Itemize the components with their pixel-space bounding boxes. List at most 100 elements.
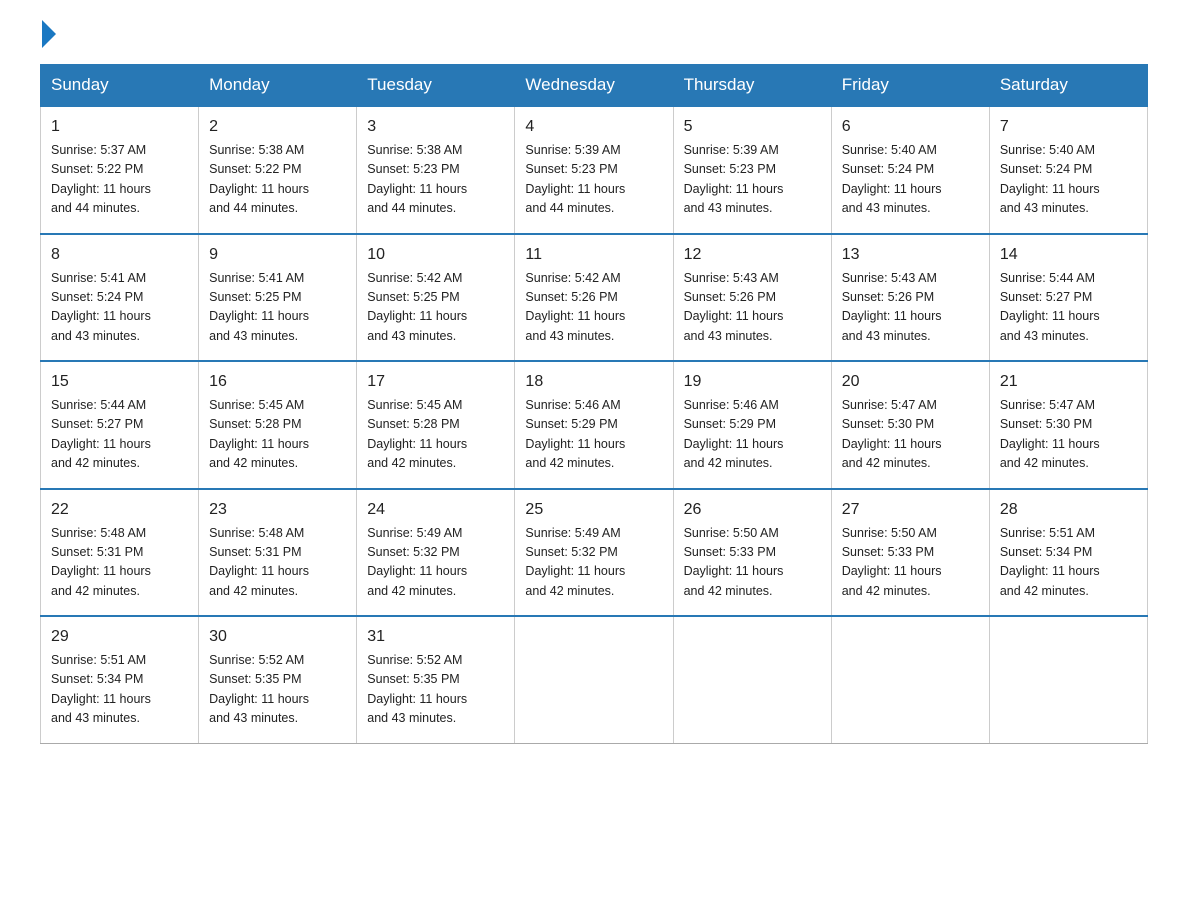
day-info: Sunrise: 5:46 AMSunset: 5:29 PMDaylight:… — [684, 396, 821, 474]
day-number: 31 — [367, 625, 504, 649]
day-info: Sunrise: 5:48 AMSunset: 5:31 PMDaylight:… — [209, 524, 346, 602]
calendar-cell — [515, 616, 673, 743]
day-number: 5 — [684, 115, 821, 139]
day-number: 9 — [209, 243, 346, 267]
calendar-cell: 11 Sunrise: 5:42 AMSunset: 5:26 PMDaylig… — [515, 234, 673, 362]
day-info: Sunrise: 5:50 AMSunset: 5:33 PMDaylight:… — [842, 524, 979, 602]
day-number: 2 — [209, 115, 346, 139]
day-info: Sunrise: 5:44 AMSunset: 5:27 PMDaylight:… — [1000, 269, 1137, 347]
calendar-cell: 17 Sunrise: 5:45 AMSunset: 5:28 PMDaylig… — [357, 361, 515, 489]
day-info: Sunrise: 5:46 AMSunset: 5:29 PMDaylight:… — [525, 396, 662, 474]
day-info: Sunrise: 5:47 AMSunset: 5:30 PMDaylight:… — [1000, 396, 1137, 474]
calendar-cell: 30 Sunrise: 5:52 AMSunset: 5:35 PMDaylig… — [199, 616, 357, 743]
day-info: Sunrise: 5:43 AMSunset: 5:26 PMDaylight:… — [842, 269, 979, 347]
col-header-saturday: Saturday — [989, 65, 1147, 107]
calendar-cell: 20 Sunrise: 5:47 AMSunset: 5:30 PMDaylig… — [831, 361, 989, 489]
day-number: 23 — [209, 498, 346, 522]
day-number: 12 — [684, 243, 821, 267]
calendar-week-row: 1 Sunrise: 5:37 AMSunset: 5:22 PMDayligh… — [41, 106, 1148, 234]
calendar-header-row: SundayMondayTuesdayWednesdayThursdayFrid… — [41, 65, 1148, 107]
day-info: Sunrise: 5:44 AMSunset: 5:27 PMDaylight:… — [51, 396, 188, 474]
calendar-cell: 27 Sunrise: 5:50 AMSunset: 5:33 PMDaylig… — [831, 489, 989, 617]
day-info: Sunrise: 5:41 AMSunset: 5:25 PMDaylight:… — [209, 269, 346, 347]
calendar-cell: 3 Sunrise: 5:38 AMSunset: 5:23 PMDayligh… — [357, 106, 515, 234]
col-header-tuesday: Tuesday — [357, 65, 515, 107]
day-number: 13 — [842, 243, 979, 267]
calendar-cell: 12 Sunrise: 5:43 AMSunset: 5:26 PMDaylig… — [673, 234, 831, 362]
calendar-cell — [673, 616, 831, 743]
calendar-cell: 13 Sunrise: 5:43 AMSunset: 5:26 PMDaylig… — [831, 234, 989, 362]
day-info: Sunrise: 5:41 AMSunset: 5:24 PMDaylight:… — [51, 269, 188, 347]
day-info: Sunrise: 5:38 AMSunset: 5:22 PMDaylight:… — [209, 141, 346, 219]
calendar-cell: 8 Sunrise: 5:41 AMSunset: 5:24 PMDayligh… — [41, 234, 199, 362]
day-info: Sunrise: 5:45 AMSunset: 5:28 PMDaylight:… — [209, 396, 346, 474]
day-info: Sunrise: 5:49 AMSunset: 5:32 PMDaylight:… — [367, 524, 504, 602]
day-info: Sunrise: 5:42 AMSunset: 5:26 PMDaylight:… — [525, 269, 662, 347]
calendar-week-row: 8 Sunrise: 5:41 AMSunset: 5:24 PMDayligh… — [41, 234, 1148, 362]
day-info: Sunrise: 5:52 AMSunset: 5:35 PMDaylight:… — [367, 651, 504, 729]
calendar-cell: 18 Sunrise: 5:46 AMSunset: 5:29 PMDaylig… — [515, 361, 673, 489]
calendar-week-row: 15 Sunrise: 5:44 AMSunset: 5:27 PMDaylig… — [41, 361, 1148, 489]
calendar-cell: 31 Sunrise: 5:52 AMSunset: 5:35 PMDaylig… — [357, 616, 515, 743]
calendar-cell: 4 Sunrise: 5:39 AMSunset: 5:23 PMDayligh… — [515, 106, 673, 234]
day-number: 19 — [684, 370, 821, 394]
day-info: Sunrise: 5:51 AMSunset: 5:34 PMDaylight:… — [51, 651, 188, 729]
day-number: 3 — [367, 115, 504, 139]
day-info: Sunrise: 5:51 AMSunset: 5:34 PMDaylight:… — [1000, 524, 1137, 602]
calendar-cell: 29 Sunrise: 5:51 AMSunset: 5:34 PMDaylig… — [41, 616, 199, 743]
day-number: 24 — [367, 498, 504, 522]
day-number: 25 — [525, 498, 662, 522]
day-info: Sunrise: 5:42 AMSunset: 5:25 PMDaylight:… — [367, 269, 504, 347]
day-info: Sunrise: 5:45 AMSunset: 5:28 PMDaylight:… — [367, 396, 504, 474]
calendar-cell: 24 Sunrise: 5:49 AMSunset: 5:32 PMDaylig… — [357, 489, 515, 617]
day-number: 29 — [51, 625, 188, 649]
day-number: 30 — [209, 625, 346, 649]
day-number: 17 — [367, 370, 504, 394]
page-header — [40, 30, 1148, 48]
col-header-wednesday: Wednesday — [515, 65, 673, 107]
calendar-cell: 23 Sunrise: 5:48 AMSunset: 5:31 PMDaylig… — [199, 489, 357, 617]
col-header-sunday: Sunday — [41, 65, 199, 107]
day-info: Sunrise: 5:48 AMSunset: 5:31 PMDaylight:… — [51, 524, 188, 602]
day-info: Sunrise: 5:37 AMSunset: 5:22 PMDaylight:… — [51, 141, 188, 219]
logo — [40, 30, 56, 48]
col-header-thursday: Thursday — [673, 65, 831, 107]
col-header-friday: Friday — [831, 65, 989, 107]
day-number: 16 — [209, 370, 346, 394]
calendar-cell: 7 Sunrise: 5:40 AMSunset: 5:24 PMDayligh… — [989, 106, 1147, 234]
col-header-monday: Monday — [199, 65, 357, 107]
day-number: 22 — [51, 498, 188, 522]
day-info: Sunrise: 5:40 AMSunset: 5:24 PMDaylight:… — [1000, 141, 1137, 219]
calendar-cell: 28 Sunrise: 5:51 AMSunset: 5:34 PMDaylig… — [989, 489, 1147, 617]
calendar-cell: 22 Sunrise: 5:48 AMSunset: 5:31 PMDaylig… — [41, 489, 199, 617]
day-number: 15 — [51, 370, 188, 394]
calendar-cell: 16 Sunrise: 5:45 AMSunset: 5:28 PMDaylig… — [199, 361, 357, 489]
calendar-cell: 14 Sunrise: 5:44 AMSunset: 5:27 PMDaylig… — [989, 234, 1147, 362]
calendar-cell: 9 Sunrise: 5:41 AMSunset: 5:25 PMDayligh… — [199, 234, 357, 362]
day-number: 26 — [684, 498, 821, 522]
calendar-week-row: 22 Sunrise: 5:48 AMSunset: 5:31 PMDaylig… — [41, 489, 1148, 617]
day-number: 18 — [525, 370, 662, 394]
calendar-cell — [989, 616, 1147, 743]
day-number: 20 — [842, 370, 979, 394]
day-info: Sunrise: 5:43 AMSunset: 5:26 PMDaylight:… — [684, 269, 821, 347]
calendar-cell: 19 Sunrise: 5:46 AMSunset: 5:29 PMDaylig… — [673, 361, 831, 489]
calendar-cell: 15 Sunrise: 5:44 AMSunset: 5:27 PMDaylig… — [41, 361, 199, 489]
calendar-week-row: 29 Sunrise: 5:51 AMSunset: 5:34 PMDaylig… — [41, 616, 1148, 743]
calendar-cell: 5 Sunrise: 5:39 AMSunset: 5:23 PMDayligh… — [673, 106, 831, 234]
calendar-table: SundayMondayTuesdayWednesdayThursdayFrid… — [40, 64, 1148, 744]
day-number: 28 — [1000, 498, 1137, 522]
day-number: 14 — [1000, 243, 1137, 267]
calendar-cell: 10 Sunrise: 5:42 AMSunset: 5:25 PMDaylig… — [357, 234, 515, 362]
day-number: 1 — [51, 115, 188, 139]
day-info: Sunrise: 5:38 AMSunset: 5:23 PMDaylight:… — [367, 141, 504, 219]
calendar-cell: 6 Sunrise: 5:40 AMSunset: 5:24 PMDayligh… — [831, 106, 989, 234]
calendar-cell: 2 Sunrise: 5:38 AMSunset: 5:22 PMDayligh… — [199, 106, 357, 234]
day-info: Sunrise: 5:39 AMSunset: 5:23 PMDaylight:… — [525, 141, 662, 219]
day-number: 6 — [842, 115, 979, 139]
day-info: Sunrise: 5:40 AMSunset: 5:24 PMDaylight:… — [842, 141, 979, 219]
calendar-cell: 1 Sunrise: 5:37 AMSunset: 5:22 PMDayligh… — [41, 106, 199, 234]
day-number: 21 — [1000, 370, 1137, 394]
day-number: 11 — [525, 243, 662, 267]
day-info: Sunrise: 5:47 AMSunset: 5:30 PMDaylight:… — [842, 396, 979, 474]
